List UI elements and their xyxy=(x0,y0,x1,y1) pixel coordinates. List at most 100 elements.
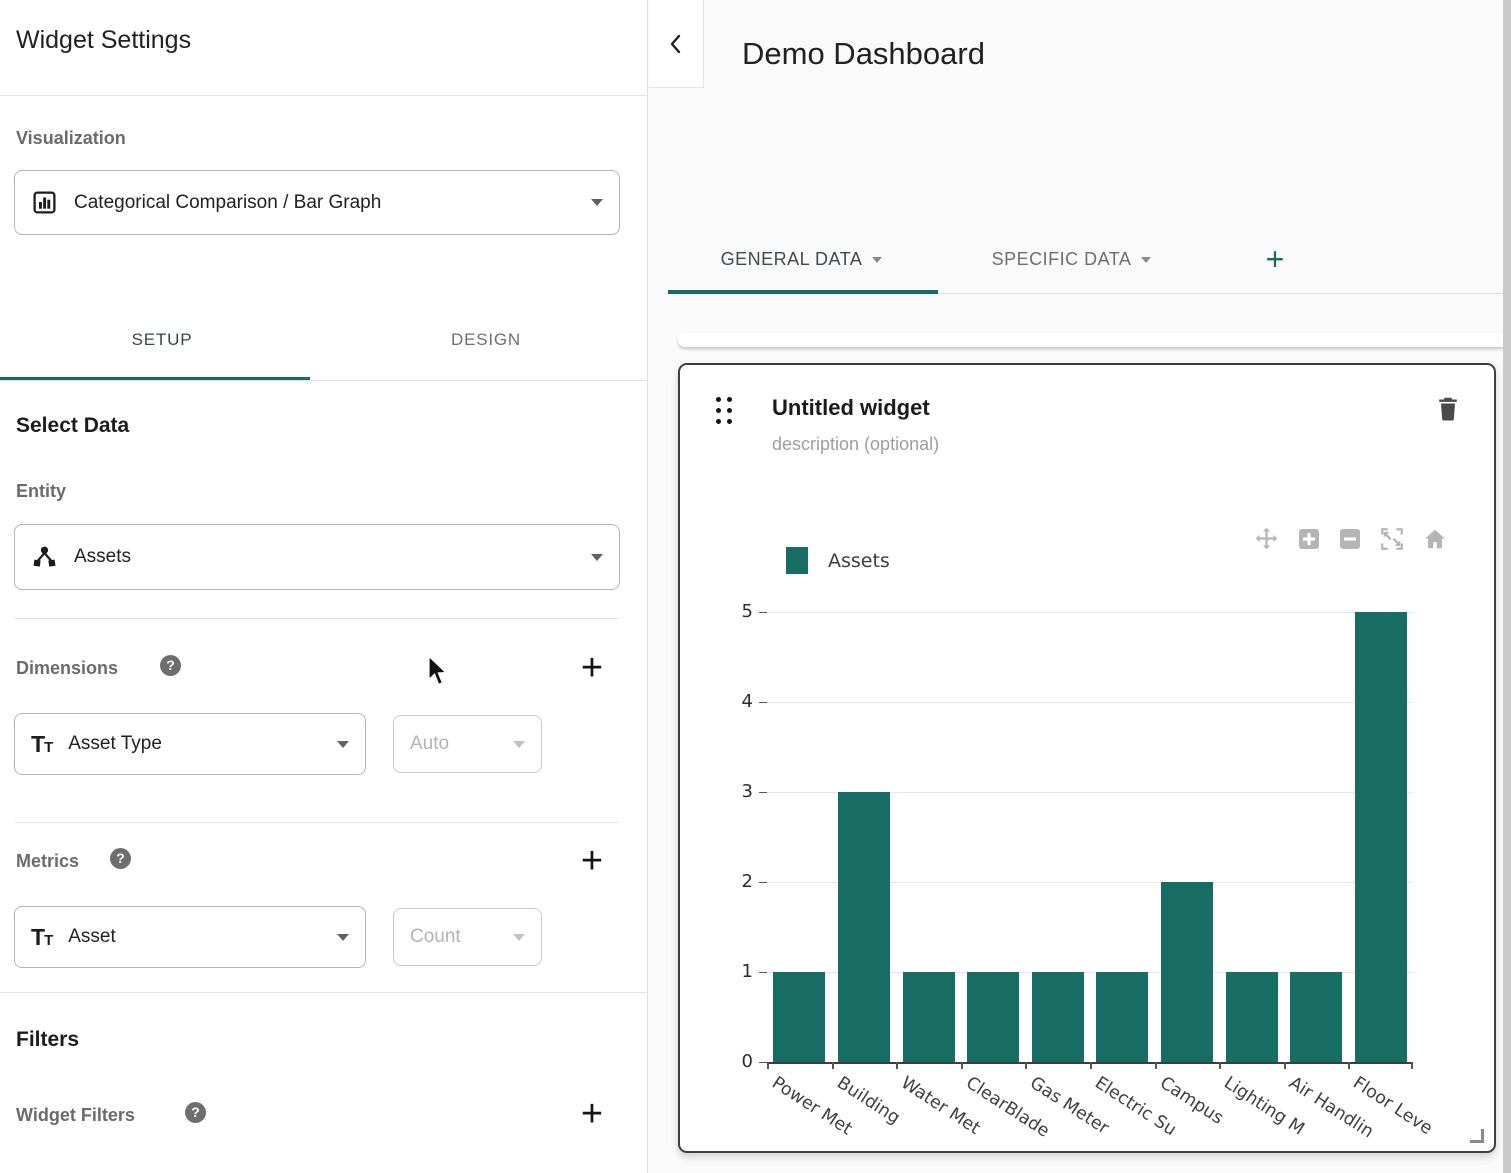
x-tick xyxy=(1348,1062,1350,1069)
tab-general-data[interactable]: GENERAL DATA xyxy=(665,225,938,293)
y-tick xyxy=(759,1062,767,1063)
add-dimension-button[interactable]: + xyxy=(572,650,612,686)
y-tick xyxy=(759,702,767,703)
select-data-heading: Select Data xyxy=(16,414,129,438)
dimensions-label: Dimensions xyxy=(16,658,118,679)
bar-Gas Meter xyxy=(1032,972,1084,1062)
widget-filters-label: Widget Filters xyxy=(16,1105,135,1126)
x-tick xyxy=(1090,1062,1092,1069)
legend-label: Assets xyxy=(828,550,890,572)
tab-design[interactable]: DESIGN xyxy=(324,300,648,380)
chevron-down-icon xyxy=(337,741,349,748)
pan-icon[interactable] xyxy=(1253,525,1280,557)
divider xyxy=(14,822,619,823)
scrollbar-track xyxy=(1503,0,1511,1173)
setup-design-tabs: SETUP DESIGN xyxy=(0,300,647,381)
help-icon[interactable]: ? xyxy=(160,655,181,676)
chevron-down-icon xyxy=(591,199,603,206)
metric-field-value: Asset xyxy=(68,926,116,948)
y-tick xyxy=(759,972,767,973)
entity-label: Entity xyxy=(16,481,66,502)
add-widget-filter-button[interactable]: + xyxy=(572,1096,612,1132)
x-tick xyxy=(1219,1062,1221,1069)
dashboard-title: Demo Dashboard xyxy=(742,36,985,72)
metrics-label: Metrics xyxy=(16,851,79,872)
bar-Electric Su xyxy=(1096,972,1148,1062)
entity-value: Assets xyxy=(74,546,131,568)
delete-widget-button[interactable] xyxy=(1436,395,1460,427)
dimension-bucket-value: Auto xyxy=(410,733,449,755)
add-dashboard-tab-button[interactable]: + xyxy=(1205,225,1345,293)
bar-Air Handlin xyxy=(1290,972,1342,1062)
text-type-icon: TT xyxy=(31,924,52,951)
widget-description-input[interactable]: description (optional) xyxy=(772,434,939,455)
dimension-field-select[interactable]: TT Asset Type xyxy=(14,713,366,775)
active-tab-underline xyxy=(668,290,938,294)
metric-agg-select[interactable]: Count xyxy=(393,908,542,966)
x-tick xyxy=(832,1062,834,1069)
dimension-bucket-select[interactable]: Auto xyxy=(393,715,542,773)
x-tick xyxy=(896,1062,898,1069)
bar-ClearBlade xyxy=(967,972,1019,1062)
chart-plot: 012345 xyxy=(767,612,1413,1064)
metric-field-select[interactable]: TT Asset xyxy=(14,906,366,968)
app: Widget Settings Visualization Categorica… xyxy=(0,0,1511,1173)
y-tick xyxy=(759,612,767,613)
visualization-label: Visualization xyxy=(16,128,126,149)
x-tick xyxy=(1155,1062,1157,1069)
divider xyxy=(14,618,619,619)
box-zoom-icon[interactable] xyxy=(1379,526,1405,557)
add-metric-button[interactable]: + xyxy=(572,843,612,879)
chevron-down-icon xyxy=(591,554,603,561)
canvas-top-edge xyxy=(678,333,1511,347)
divider xyxy=(0,992,647,993)
dashboard-tab-bar: GENERAL DATA SPECIFIC DATA + xyxy=(665,225,1511,294)
zoom-out-icon[interactable] xyxy=(1338,527,1362,556)
chevron-down-icon xyxy=(513,934,525,941)
tab-setup[interactable]: SETUP xyxy=(0,300,324,380)
widget-settings-panel: Widget Settings Visualization Categorica… xyxy=(0,0,648,1173)
resize-handle[interactable] xyxy=(1470,1129,1484,1143)
scrollbar-thumb[interactable] xyxy=(1503,0,1511,1173)
y-tick xyxy=(759,792,767,793)
entity-select[interactable]: Assets xyxy=(14,524,620,590)
chevron-down-icon xyxy=(1141,257,1151,263)
y-tick-label: 4 xyxy=(715,691,753,712)
metric-agg-value: Count xyxy=(410,926,461,948)
help-icon[interactable]: ? xyxy=(110,848,131,869)
legend-swatch xyxy=(786,547,808,574)
drag-handle-icon[interactable] xyxy=(716,397,732,424)
dimension-field-value: Asset Type xyxy=(68,733,162,755)
tab-specific-data[interactable]: SPECIFIC DATA xyxy=(938,225,1205,293)
visualization-value: Categorical Comparison / Bar Graph xyxy=(74,192,381,214)
home-icon[interactable] xyxy=(1422,526,1448,557)
bar-Campus xyxy=(1161,882,1213,1062)
y-tick-label: 3 xyxy=(715,781,753,802)
text-type-icon: TT xyxy=(31,731,52,758)
filters-heading: Filters xyxy=(16,1028,79,1052)
chart-toolbar xyxy=(1253,525,1448,557)
divider xyxy=(0,380,647,381)
bar-Building xyxy=(838,792,890,1062)
chevron-left-icon xyxy=(664,30,688,58)
x-tick xyxy=(1284,1062,1286,1069)
help-icon[interactable]: ? xyxy=(185,1102,206,1123)
collapse-panel-button[interactable] xyxy=(649,0,704,88)
bar-Lighting M xyxy=(1226,972,1278,1062)
panel-title: Widget Settings xyxy=(16,26,191,55)
x-tick xyxy=(1025,1062,1027,1069)
y-tick xyxy=(759,882,767,883)
dashboard-area: Demo Dashboard GENERAL DATA SPECIFIC DAT… xyxy=(649,0,1511,1173)
y-tick-label: 1 xyxy=(715,961,753,982)
x-tick xyxy=(961,1062,963,1069)
x-tick xyxy=(767,1062,769,1069)
y-tick-label: 5 xyxy=(715,601,753,622)
y-tick-label: 2 xyxy=(715,871,753,892)
zoom-in-icon[interactable] xyxy=(1297,527,1321,556)
chevron-down-icon xyxy=(513,741,525,748)
chart-legend[interactable]: Assets xyxy=(786,547,890,574)
visualization-select[interactable]: Categorical Comparison / Bar Graph xyxy=(14,170,620,235)
bar-Floor Leve xyxy=(1355,612,1407,1062)
widget-title-input[interactable]: Untitled widget xyxy=(772,395,930,421)
gridline xyxy=(767,612,1413,613)
